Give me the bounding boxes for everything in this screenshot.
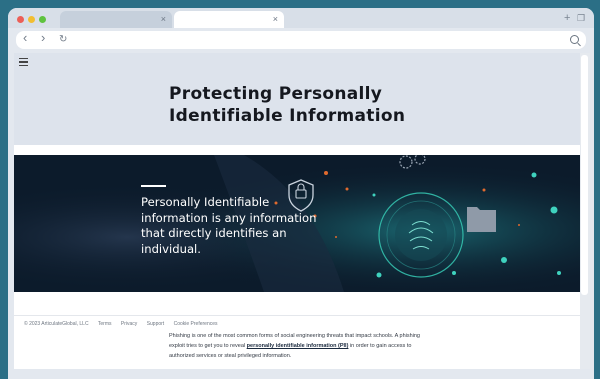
tab-bar: × × + ❐ [8,8,594,28]
footer-link-privacy[interactable]: Privacy [121,321,137,327]
footer: © 2023 ArticulateGlobal, LLC Terms Priva… [14,315,580,369]
footer-links: © 2023 ArticulateGlobal, LLC Terms Priva… [24,321,226,327]
back-icon[interactable]: ‹ [23,31,27,44]
accent-divider [141,185,166,187]
forward-icon[interactable]: › [41,31,45,44]
close-icon[interactable]: × [161,12,166,26]
tab-active[interactable]: × [174,11,284,28]
restore-icon[interactable]: ❐ [577,12,585,24]
title-line-2: Identifiable Information [169,106,406,126]
copyright-text: © 2023 ArticulateGlobal, LLC [24,321,89,327]
minimize-window-button[interactable] [28,16,35,23]
pii-link[interactable]: personally identifiable information (PII… [247,343,349,349]
banner-text: Personally Identifiable information is a… [141,195,317,256]
page-title: Protecting Personally Identifiable Infor… [169,83,499,127]
footer-link-support[interactable]: Support [147,321,165,327]
page-viewport: Protecting Personally Identifiable Infor… [14,53,580,369]
reload-icon[interactable]: ↻ [59,34,67,46]
address-bar[interactable]: ‹ › ↻ [16,31,586,49]
page-header: Protecting Personally Identifiable Infor… [14,53,580,145]
menu-icon[interactable] [19,58,28,66]
tab-background[interactable]: × [60,11,172,28]
search-icon[interactable] [570,35,579,44]
browser-window: × × + ❐ ‹ › ↻ Protecting Personally Iden… [8,8,594,379]
new-tab-icon[interactable]: + [564,12,570,24]
maximize-window-button[interactable] [39,16,46,23]
footer-link-terms[interactable]: Terms [98,321,112,327]
body-paragraph: Phishing is one of the most common forms… [169,331,434,361]
close-icon[interactable]: × [273,12,278,26]
title-line-1: Protecting Personally [169,84,383,104]
hero-banner: Personally Identifiable information is a… [14,155,580,292]
close-window-button[interactable] [17,16,24,23]
scrollbar-thumb[interactable] [581,55,588,295]
footer-link-cookie-preferences[interactable]: Cookie Preferences [174,321,218,327]
